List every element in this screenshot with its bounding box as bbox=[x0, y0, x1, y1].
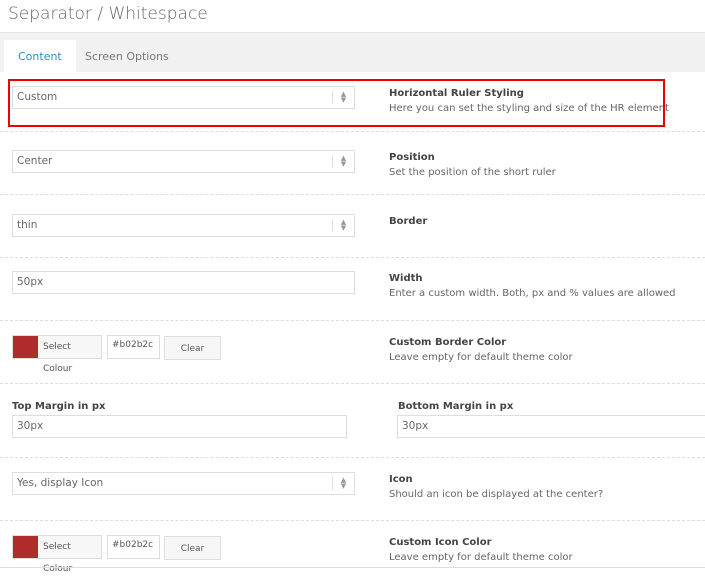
divider bbox=[0, 257, 705, 258]
border-color-label: Custom Border Color bbox=[389, 337, 507, 348]
select-icon-colour-button[interactable]: Select Colour bbox=[12, 535, 102, 574]
tab-bar: Content Screen Options bbox=[0, 32, 705, 73]
border-color-desc: Leave empty for default theme color bbox=[389, 352, 573, 363]
clear-border-color-button[interactable]: Clear bbox=[164, 336, 221, 360]
divider bbox=[0, 383, 705, 384]
divider bbox=[0, 320, 705, 321]
modal-title: Separator / Whitespace bbox=[8, 4, 208, 24]
icon-color-label: Custom Icon Color bbox=[389, 537, 492, 548]
divider bbox=[0, 131, 705, 132]
border-label: Border bbox=[389, 216, 428, 227]
icon-select[interactable]: Yes, display Icon ▲ ▼ bbox=[12, 472, 355, 495]
width-desc: Enter a custom width. Both, px and % val… bbox=[389, 288, 676, 299]
select-value: Yes, display Icon bbox=[17, 477, 104, 489]
position-select[interactable]: Center ▲ ▼ bbox=[12, 150, 355, 173]
tab-content[interactable]: Content bbox=[4, 40, 76, 73]
icon-desc: Should an icon be displayed at the cente… bbox=[389, 489, 604, 500]
select-value: Center bbox=[17, 155, 53, 167]
border-select[interactable]: thin ▲ ▼ bbox=[12, 214, 355, 237]
select-arrows-icon: ▲ ▼ bbox=[332, 219, 354, 232]
border-color-hex-input[interactable]: #b02b2c bbox=[107, 335, 160, 359]
divider bbox=[0, 520, 705, 521]
select-value: thin bbox=[17, 219, 38, 231]
select-arrows-icon: ▲ ▼ bbox=[332, 155, 354, 168]
button-label: Select Colour bbox=[43, 342, 73, 374]
bottom-margin-input[interactable]: 30px bbox=[397, 415, 705, 438]
divider bbox=[0, 457, 705, 458]
tab-screen-options[interactable]: Screen Options bbox=[71, 40, 183, 73]
position-desc: Set the position of the short ruler bbox=[389, 167, 556, 178]
icon-color-desc: Leave empty for default theme color bbox=[389, 552, 573, 563]
clear-icon-color-button[interactable]: Clear bbox=[164, 536, 221, 560]
position-label: Position bbox=[389, 152, 435, 163]
select-arrows-icon: ▲ ▼ bbox=[332, 477, 354, 490]
top-margin-input[interactable]: 30px bbox=[12, 415, 347, 438]
color-swatch bbox=[13, 336, 38, 358]
color-swatch bbox=[13, 536, 38, 558]
width-input[interactable]: 50px bbox=[12, 271, 355, 294]
divider bbox=[0, 194, 705, 195]
icon-label: Icon bbox=[389, 474, 413, 485]
highlight-box bbox=[8, 79, 665, 127]
button-label: Select Colour bbox=[43, 542, 73, 574]
top-margin-label: Top Margin in px bbox=[12, 401, 106, 412]
width-label: Width bbox=[389, 273, 423, 284]
select-border-colour-button[interactable]: Select Colour bbox=[12, 335, 102, 374]
icon-color-hex-input[interactable]: #b02b2c bbox=[107, 535, 160, 559]
divider bbox=[0, 567, 705, 568]
bottom-margin-label: Bottom Margin in px bbox=[398, 401, 514, 412]
